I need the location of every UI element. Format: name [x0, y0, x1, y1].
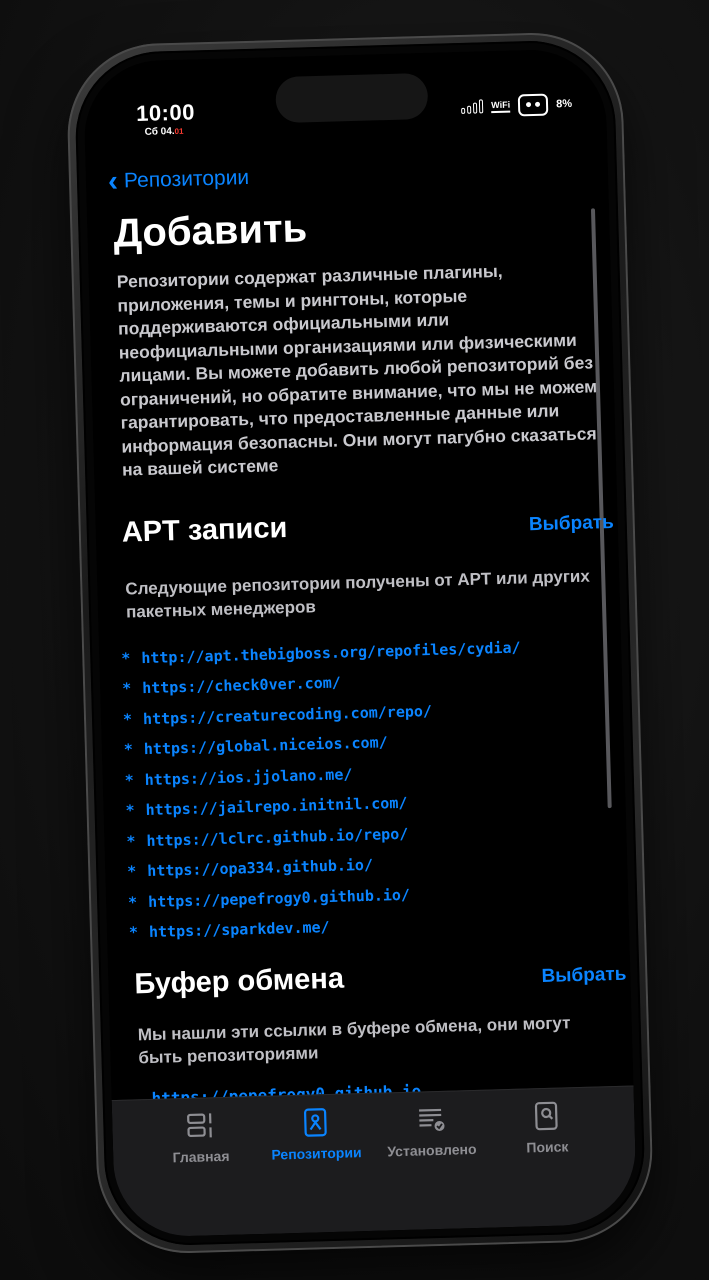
apt-section-title: APT записи: [121, 511, 288, 549]
repo-url: https://jailrepo.initnil.com/: [145, 793, 408, 820]
repo-url: https://lclrc.github.io/repo/: [146, 824, 409, 850]
apt-section-description: Следующие репозитории получены от APT ил…: [125, 566, 591, 622]
tab-home-label: Главная: [172, 1147, 230, 1166]
back-button[interactable]: ‹ Репозитории: [107, 156, 608, 198]
apt-select-button[interactable]: Выбрать: [529, 511, 614, 535]
apt-section-header: APT записи Выбрать: [121, 502, 618, 549]
back-label: Репозитории: [123, 165, 250, 193]
bullet: *: [127, 893, 138, 912]
page-title: Добавить: [112, 206, 308, 256]
bullet: *: [123, 740, 134, 759]
bullet: *: [121, 649, 131, 668]
repo-url: https://pepefrogy0.github.io/: [147, 885, 411, 911]
search-icon: [532, 1101, 561, 1132]
installed-icon: [417, 1104, 446, 1135]
chevron-left-icon: ‹: [107, 164, 119, 198]
battery-bot-icon: [517, 93, 549, 117]
bullet: *: [124, 771, 135, 790]
status-time: 10:00: [135, 99, 196, 127]
clipboard-section-title: Буфер обмена: [133, 962, 345, 1000]
tab-search[interactable]: Поиск: [488, 1099, 607, 1227]
clipboard-section-description: Мы нашли эти ссылки в буфере обмена, они…: [137, 1012, 571, 1067]
repo-url: https://creaturecoding.com/repo/: [142, 701, 433, 728]
phone-frame: 10:00 Сб 04.01 WiFi 8% ‹ Репозитории Доб…: [65, 30, 655, 1256]
bullet: *: [122, 710, 133, 729]
tab-installed[interactable]: Установлено: [373, 1103, 492, 1231]
repositories-icon: [301, 1107, 330, 1138]
tab-search-label: Поиск: [526, 1138, 569, 1156]
tab-installed-label: Установлено: [387, 1140, 477, 1160]
repo-url: https://global.niceios.com/: [143, 733, 388, 759]
repo-url: https://sparkdev.me/: [148, 918, 330, 942]
bullet: *: [127, 862, 137, 881]
tab-repositories-label: Репозитории: [271, 1144, 362, 1163]
clipboard-select-button[interactable]: Выбрать: [541, 963, 626, 987]
screen: 10:00 Сб 04.01 WiFi 8% ‹ Репозитории Доб…: [82, 47, 638, 1239]
wifi-icon: WiFi: [491, 99, 511, 113]
bullet: *: [121, 679, 132, 698]
status-date-red: 01: [174, 126, 184, 136]
bullet: *: [128, 923, 139, 942]
stage: 10:00 Сб 04.01 WiFi 8% ‹ Репозитории Доб…: [0, 0, 709, 1280]
signal-icon: [461, 99, 484, 114]
status-bar: 10:00 Сб 04.01 WiFi 8%: [84, 88, 607, 153]
apt-repo-list: * http://apt.thebigboss.org/repofiles/cyd…: [121, 629, 629, 948]
repo-url: https://opa334.github.io/: [147, 855, 374, 881]
bullet: *: [125, 801, 135, 820]
clipboard-section-header: Буфер обмена Выбрать: [134, 954, 631, 1001]
tab-repositories[interactable]: Репозитории: [257, 1106, 376, 1234]
repo-url: https://ios.jjolano.me/: [144, 765, 353, 789]
page-description: Репозитории содержат различные плагины, …: [116, 260, 598, 480]
battery-percent: 8%: [555, 97, 573, 111]
tab-home[interactable]: Главная: [142, 1109, 261, 1237]
status-date: Сб 04.01: [144, 125, 184, 138]
main-content: ‹ Репозитории Добавить Репозитории содер…: [108, 156, 634, 1108]
tab-bar: Главная Репозитории Установлено Поиск: [111, 1085, 638, 1239]
repo-url: https://check0ver.com/: [141, 673, 342, 698]
repo-url: http://apt.thebigboss.org/repofiles/cydi…: [141, 638, 521, 667]
bullet: *: [126, 832, 136, 851]
home-icon: [186, 1110, 215, 1141]
